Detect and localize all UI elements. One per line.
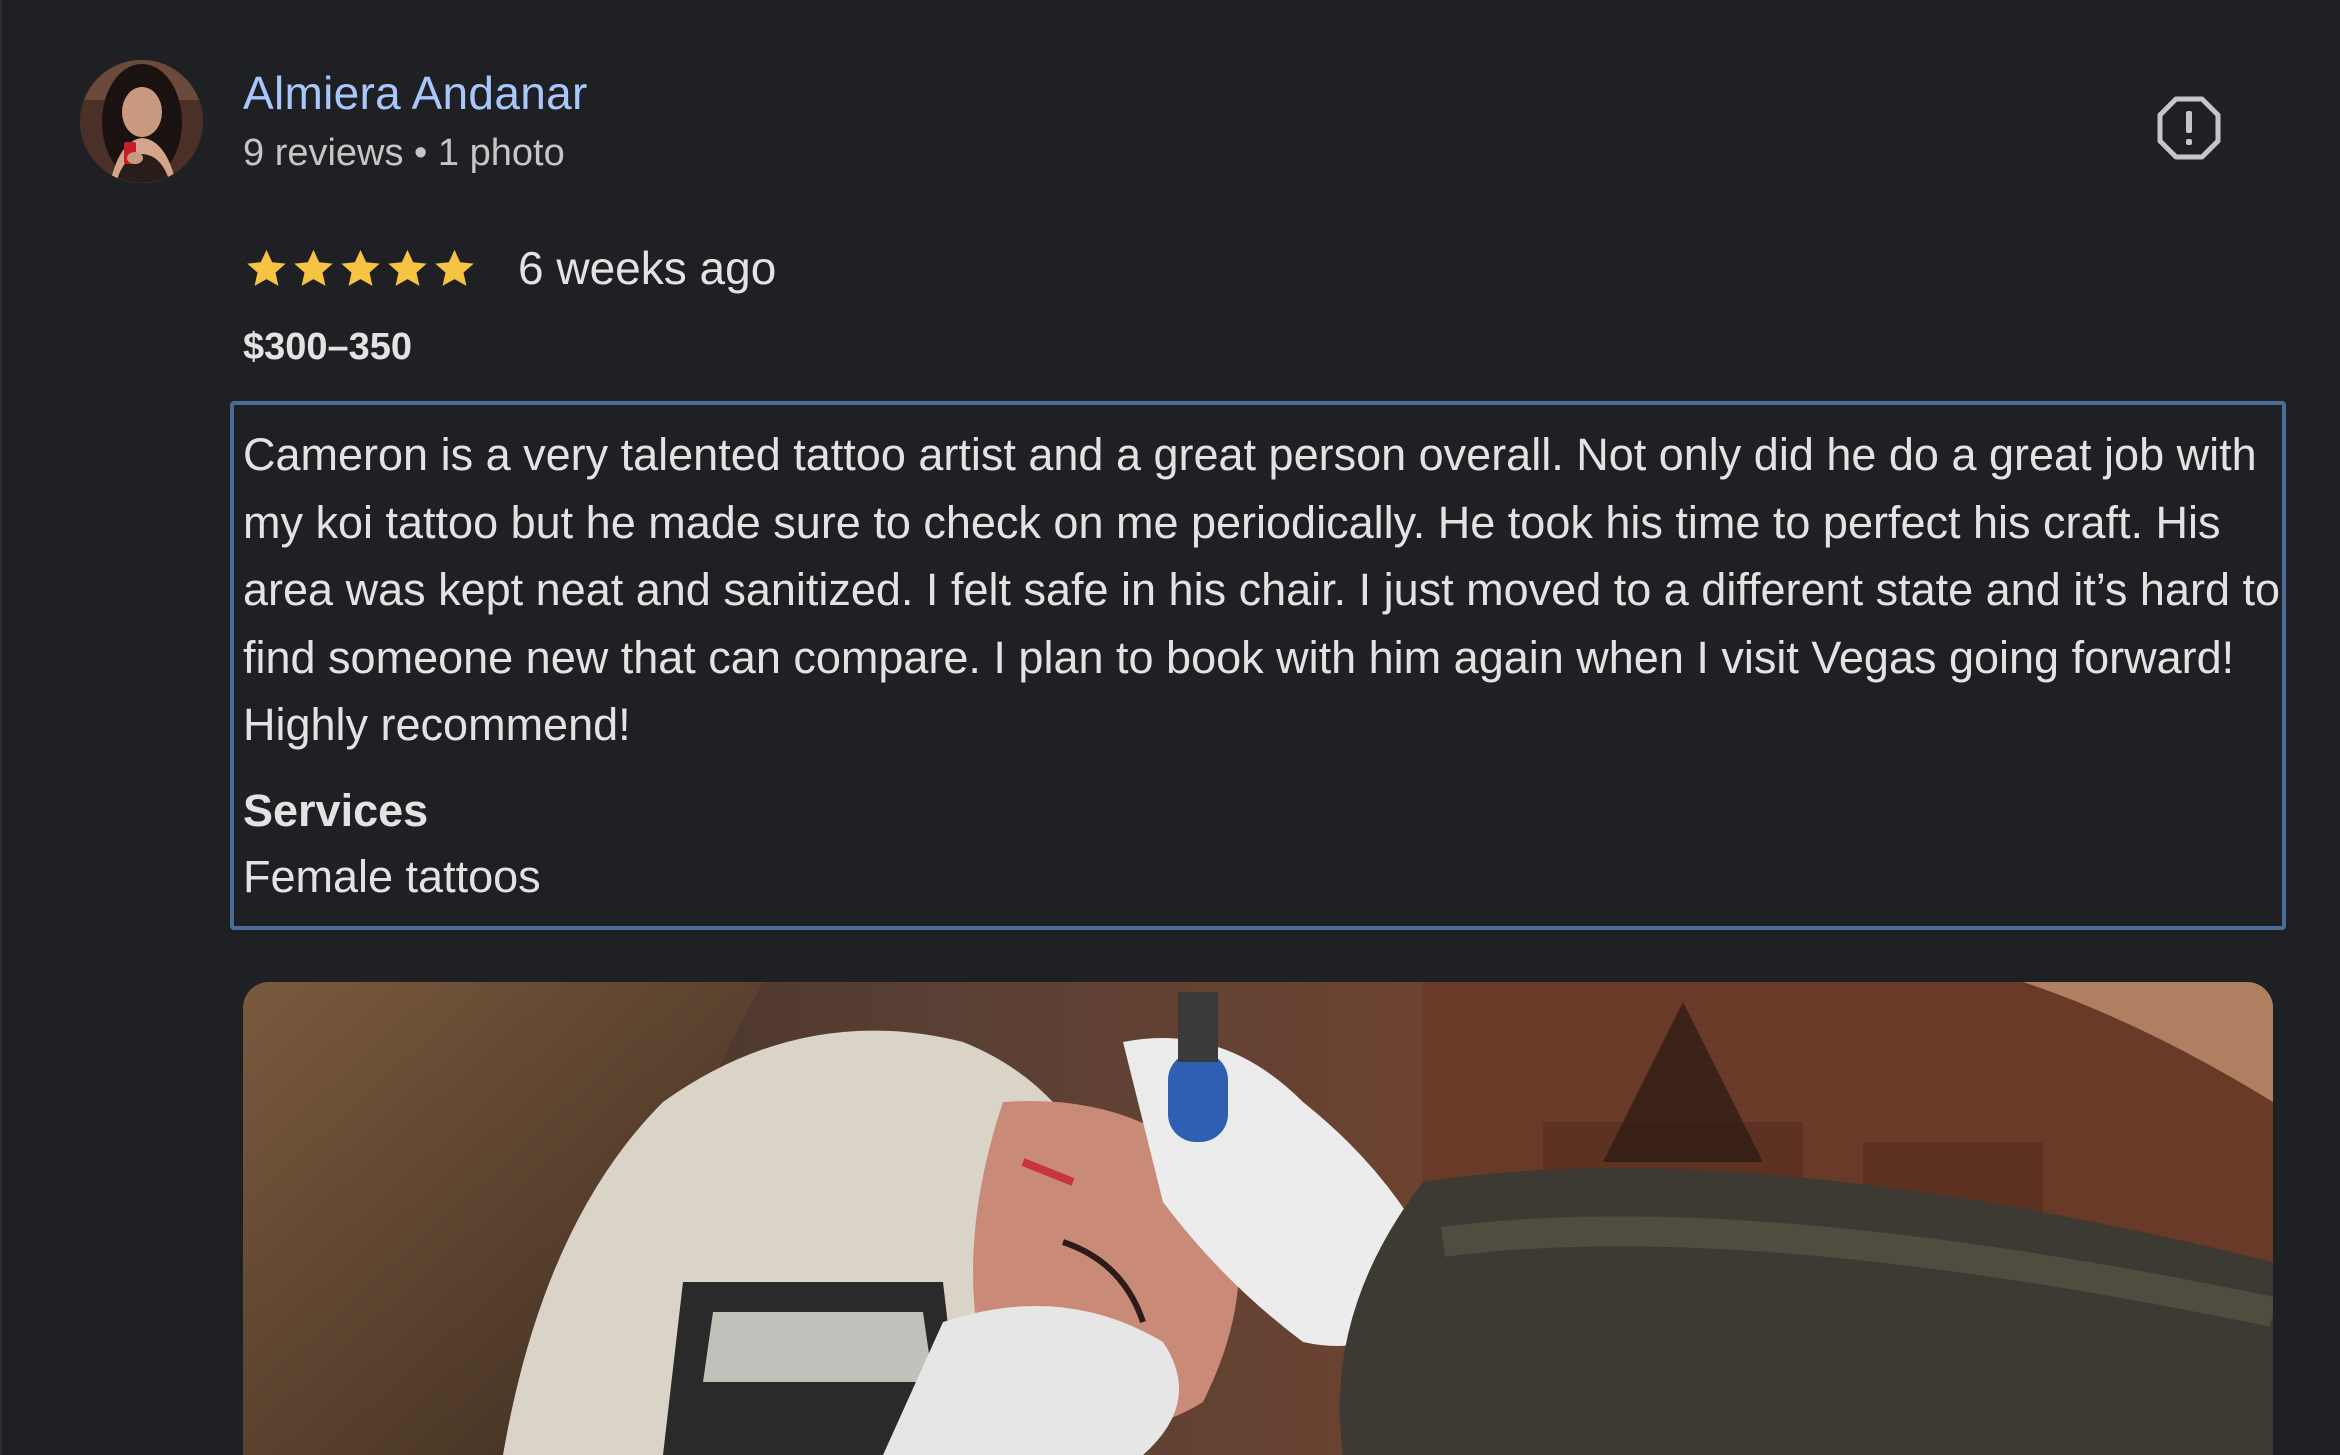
report-icon <box>2157 96 2221 160</box>
star-icon <box>247 249 286 286</box>
author-name-link[interactable]: Almiera Andanar <box>243 66 588 120</box>
review-photo[interactable] <box>243 982 2273 1455</box>
review-body[interactable]: Cameron is a very talented tattoo artist… <box>230 401 2286 930</box>
review-photo-image <box>243 982 2273 1455</box>
avatar-photo <box>80 60 203 183</box>
star-icon <box>435 249 474 286</box>
services-heading: Services <box>243 784 429 836</box>
avatar[interactable] <box>80 60 203 183</box>
star-icon <box>294 249 333 286</box>
price-range: $300–350 <box>243 326 413 368</box>
review-text: Cameron is a very talented tattoo artist… <box>243 429 2281 750</box>
star-icon <box>341 249 380 286</box>
star-icon <box>388 249 427 286</box>
author-meta: 9 reviews • 1 photo <box>243 132 565 174</box>
report-button[interactable] <box>2156 95 2222 161</box>
rating-row: 6 weeks ago <box>243 240 776 296</box>
divider <box>0 0 2 1455</box>
review-card: Almiera Andanar 9 reviews • 1 photo 6 we… <box>0 0 2340 1455</box>
services-value: Female tattoos <box>243 850 541 902</box>
star-rating <box>243 245 478 292</box>
review-date: 6 weeks ago <box>518 242 777 294</box>
